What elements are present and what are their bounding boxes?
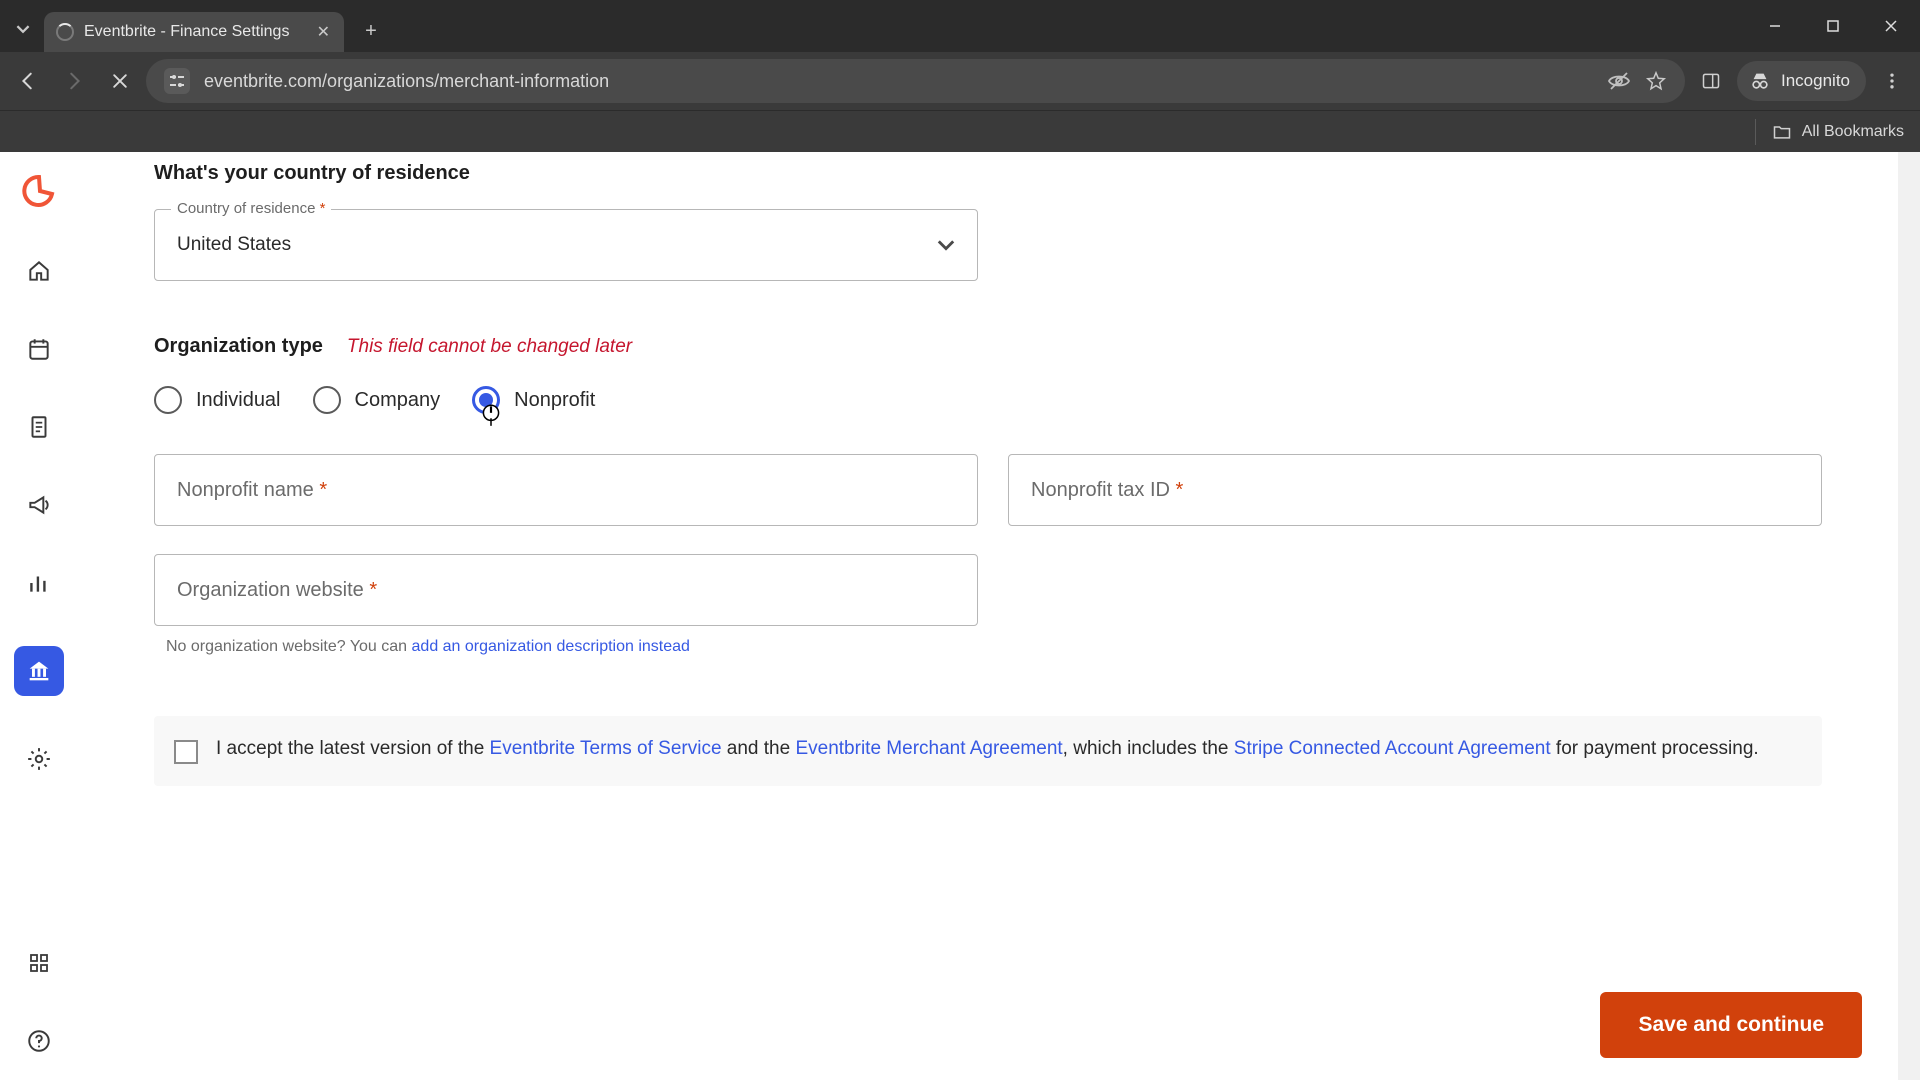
loading-spinner-icon bbox=[56, 23, 74, 41]
tab-strip: Eventbrite - Finance Settings ✕ + bbox=[0, 0, 1920, 52]
country-select[interactable]: Country of residence * United States bbox=[154, 209, 978, 281]
input-placeholder: Organization website * bbox=[177, 579, 377, 602]
merchant-agreement-link[interactable]: Eventbrite Merchant Agreement bbox=[795, 738, 1062, 759]
bookmark-star-icon[interactable] bbox=[1645, 70, 1667, 92]
radio-nonprofit[interactable]: Nonprofit bbox=[472, 386, 595, 414]
nonprofit-name-input[interactable]: Nonprofit name * bbox=[154, 454, 978, 526]
country-value: United States bbox=[177, 234, 291, 256]
radio-label: Nonprofit bbox=[514, 389, 595, 412]
nav-back-button[interactable] bbox=[8, 61, 48, 101]
website-helper: No organization website? You can add an … bbox=[166, 638, 978, 656]
terms-text: I accept the latest version of the Event… bbox=[216, 738, 1759, 760]
browser-tab-active[interactable]: Eventbrite - Finance Settings ✕ bbox=[44, 12, 344, 52]
tab-title: Eventbrite - Finance Settings bbox=[84, 23, 289, 41]
radio-individual[interactable]: Individual bbox=[154, 386, 281, 414]
nav-reports-icon[interactable] bbox=[24, 568, 54, 598]
radio-icon bbox=[154, 386, 182, 414]
org-type-radio-group: Individual Company Nonprofit bbox=[154, 386, 1822, 414]
bookmarks-bar: All Bookmarks bbox=[0, 110, 1920, 152]
side-panel-button[interactable] bbox=[1691, 61, 1731, 101]
nav-apps-icon[interactable] bbox=[24, 948, 54, 978]
eye-off-icon[interactable] bbox=[1607, 69, 1631, 93]
incognito-chip[interactable]: Incognito bbox=[1737, 61, 1866, 101]
org-type-warning: This field cannot be changed later bbox=[347, 336, 632, 358]
vertical-scrollbar[interactable] bbox=[1898, 152, 1920, 1080]
nav-orders-icon[interactable] bbox=[24, 412, 54, 442]
nav-settings-icon[interactable] bbox=[24, 744, 54, 774]
window-close-button[interactable] bbox=[1862, 0, 1920, 52]
nonprofit-tax-id-input[interactable]: Nonprofit tax ID * bbox=[1008, 454, 1822, 526]
tos-link[interactable]: Eventbrite Terms of Service bbox=[490, 738, 722, 759]
radio-label: Company bbox=[355, 389, 441, 412]
add-description-link[interactable]: add an organization description instead bbox=[412, 638, 690, 655]
radio-label: Individual bbox=[196, 389, 281, 412]
window-controls bbox=[1746, 0, 1920, 52]
nav-help-icon[interactable] bbox=[24, 1026, 54, 1056]
all-bookmarks-label: All Bookmarks bbox=[1802, 123, 1904, 141]
org-type-heading: Organization type bbox=[154, 335, 323, 358]
chevron-down-icon bbox=[937, 236, 955, 254]
page-viewport: What's your country of residence Country… bbox=[0, 152, 1920, 1080]
new-tab-button[interactable]: + bbox=[354, 14, 388, 48]
country-label: Country of residence * bbox=[171, 200, 331, 217]
tab-close-button[interactable]: ✕ bbox=[317, 22, 330, 42]
radio-icon bbox=[472, 386, 500, 414]
org-website-input[interactable]: Organization website * bbox=[154, 554, 978, 626]
org-type-heading-row: Organization type This field cannot be c… bbox=[154, 335, 1822, 358]
incognito-icon bbox=[1749, 70, 1771, 92]
browser-menu-button[interactable] bbox=[1872, 61, 1912, 101]
url-text: eventbrite.com/organizations/merchant-in… bbox=[204, 71, 1593, 92]
address-bar[interactable]: eventbrite.com/organizations/merchant-in… bbox=[146, 59, 1685, 103]
input-placeholder: Nonprofit tax ID * bbox=[1031, 479, 1183, 502]
terms-checkbox[interactable] bbox=[174, 740, 198, 764]
browser-chrome: Eventbrite - Finance Settings ✕ + eventb… bbox=[0, 0, 1920, 152]
divider bbox=[1755, 119, 1756, 145]
site-info-button[interactable] bbox=[164, 68, 190, 94]
folder-icon bbox=[1772, 122, 1792, 142]
main-content: What's your country of residence Country… bbox=[78, 152, 1898, 1080]
window-maximize-button[interactable] bbox=[1804, 0, 1862, 52]
save-bar: Save and continue bbox=[1600, 992, 1862, 1058]
browser-toolbar: eventbrite.com/organizations/merchant-in… bbox=[0, 52, 1920, 110]
tab-search-button[interactable] bbox=[8, 14, 38, 44]
nav-marketing-icon[interactable] bbox=[24, 490, 54, 520]
all-bookmarks-button[interactable]: All Bookmarks bbox=[1772, 122, 1904, 142]
radio-icon bbox=[313, 386, 341, 414]
nav-stop-button[interactable] bbox=[100, 61, 140, 101]
country-heading: What's your country of residence bbox=[154, 162, 1822, 185]
app-sidebar bbox=[0, 152, 78, 1080]
radio-company[interactable]: Company bbox=[313, 386, 441, 414]
incognito-label: Incognito bbox=[1781, 71, 1850, 91]
nav-finance-icon[interactable] bbox=[14, 646, 64, 696]
nav-home-icon[interactable] bbox=[24, 256, 54, 286]
stripe-agreement-link[interactable]: Stripe Connected Account Agreement bbox=[1234, 738, 1551, 759]
nav-forward-button bbox=[54, 61, 94, 101]
save-continue-button[interactable]: Save and continue bbox=[1600, 992, 1862, 1058]
eventbrite-logo[interactable] bbox=[22, 174, 56, 208]
terms-accept-row: I accept the latest version of the Event… bbox=[154, 716, 1822, 786]
input-placeholder: Nonprofit name * bbox=[177, 479, 327, 502]
window-minimize-button[interactable] bbox=[1746, 0, 1804, 52]
nav-events-icon[interactable] bbox=[24, 334, 54, 364]
